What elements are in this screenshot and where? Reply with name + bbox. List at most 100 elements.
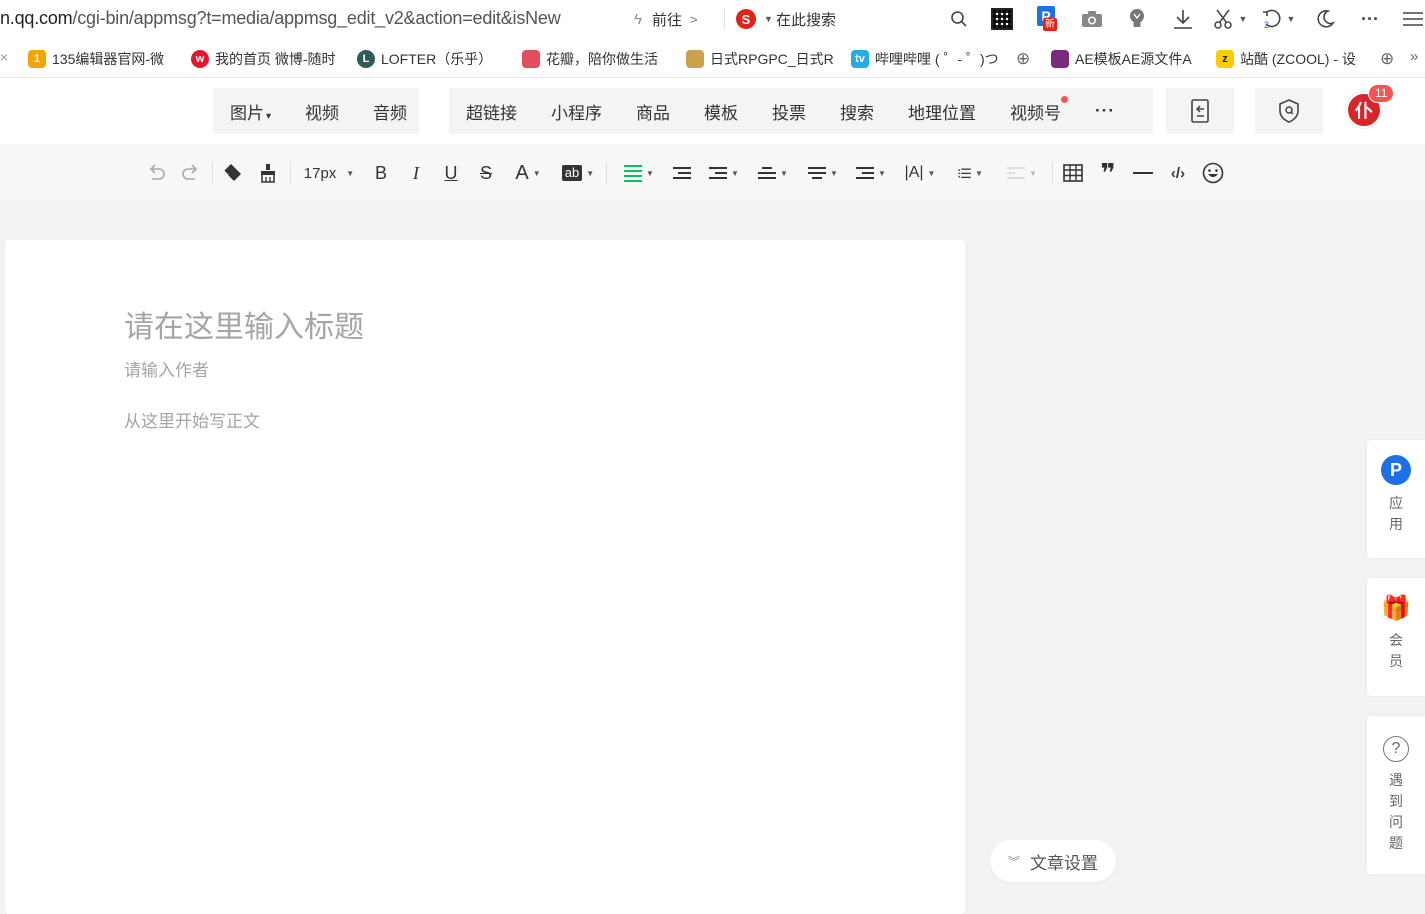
body-editor[interactable]: 从这里开始写正文 (124, 407, 260, 432)
bookmark-135[interactable]: 1 135编辑器官网-微 (28, 49, 175, 69)
bold-button[interactable]: B (370, 161, 392, 185)
redo-icon[interactable] (180, 161, 202, 185)
apps-panel[interactable]: P 应用 (1367, 440, 1425, 558)
caret-down-icon: ▼ (974, 168, 983, 178)
bookmark-label: LOFTER（乐乎） (381, 51, 493, 67)
undo-icon[interactable] (145, 161, 167, 185)
strikethrough-button[interactable]: S (475, 161, 497, 185)
lofter-icon: L (357, 50, 375, 68)
close-icon[interactable]: × (0, 49, 8, 65)
divider-line-icon[interactable] (1131, 161, 1155, 185)
table-icon[interactable] (1061, 161, 1085, 185)
url-field[interactable]: n.qq.com/cgi-bin/appmsg?t=media/appmsg_e… (0, 8, 612, 29)
security-button[interactable] (1255, 88, 1323, 134)
insert-search-button[interactable]: 搜索 (823, 99, 891, 124)
goto-label: 前往 (651, 11, 682, 29)
insert-location-button[interactable]: 地理位置 (891, 99, 993, 124)
search-engine-selector[interactable]: S ▼ (736, 6, 777, 32)
author-input[interactable]: 请输入作者 (124, 356, 209, 381)
p-new-icon[interactable]: P新 (1035, 6, 1059, 31)
italic-button[interactable]: I (405, 161, 427, 185)
browser-address-bar: n.qq.com/cgi-bin/appmsg?t=media/appmsg_e… (0, 0, 1425, 38)
float-icon (1007, 164, 1026, 182)
bookmark-bilibili[interactable]: tv 哔哩哔哩 ( ゜- ゜)つ (851, 49, 1003, 69)
lightbulb-icon[interactable] (1125, 7, 1149, 31)
question-icon: ? (1383, 736, 1409, 762)
help-panel[interactable]: ? 遇到问题 (1367, 716, 1425, 874)
globe-icon[interactable]: ⊕ (1380, 49, 1394, 69)
bookmark-label: AE模板AE源文件A (1075, 51, 1192, 67)
qr-code-icon[interactable] (990, 7, 1014, 31)
align-justify-button[interactable]: ▼ (618, 161, 660, 185)
eraser-icon[interactable] (220, 161, 244, 185)
bookmark-rpg[interactable]: 日式RPGPC_日式R (686, 49, 836, 69)
float-button[interactable]: ▼ (1001, 161, 1043, 185)
browser-search-input[interactable]: 在此搜索 (776, 6, 956, 32)
article-settings-button[interactable]: ︾ 文章设置 (990, 840, 1116, 882)
indent-both-button[interactable]: ▼ (852, 161, 890, 185)
font-color-button[interactable]: A ▼ (510, 161, 546, 185)
help-label: 遇到问题 (1389, 772, 1403, 851)
list-button[interactable]: ⁝☰ ▼ (951, 161, 989, 185)
insert-vote-button[interactable]: 投票 (755, 99, 823, 124)
scissors-icon[interactable]: ▼ (1212, 7, 1252, 31)
member-panel[interactable]: 🎁 会员 (1367, 578, 1425, 696)
indent-icon (673, 164, 691, 182)
paragraph-spacing-icon (758, 164, 777, 182)
camera-icon[interactable] (1080, 7, 1104, 31)
insert-audio-button[interactable]: 音频 (356, 99, 424, 124)
bookmark-label: 我的首页 微博-随时 (215, 51, 336, 67)
night-mode-icon[interactable] (1313, 7, 1337, 31)
bookmark-huaban[interactable]: 花瓣，陪你做生活 (522, 49, 670, 69)
paragraph-spacing-button[interactable]: ▼ (754, 161, 792, 185)
more-insert-button[interactable]: ··· (1078, 101, 1132, 121)
indent-button[interactable] (670, 161, 694, 185)
insert-video-button[interactable]: 视频 (288, 99, 356, 124)
underline-button[interactable]: U (440, 161, 462, 185)
caret-down-icon: ▼ (878, 168, 886, 178)
insert-product-button[interactable]: 商品 (619, 99, 687, 124)
divider (606, 162, 607, 184)
more-icon[interactable]: ··· (1358, 7, 1382, 31)
font-size-select[interactable]: 17px ▼ (300, 161, 358, 185)
account-avatar[interactable]: 仆 11 (1346, 84, 1395, 132)
bookmark-weibo[interactable]: w 我的首页 微博-随时 (191, 49, 341, 69)
bookmark-lofter[interactable]: L LOFTER（乐乎） (357, 49, 497, 69)
highlight-button[interactable]: ab ▼ (560, 161, 596, 185)
goto-button[interactable]: ϟ 前往 > (634, 6, 698, 32)
caret-down-icon: ▼ (346, 168, 355, 178)
bullet-list-icon: ⁝☰ (957, 165, 972, 181)
download-icon[interactable] (1171, 7, 1195, 31)
bilibili-icon: tv (851, 50, 869, 68)
emoji-icon[interactable] (1201, 161, 1225, 185)
bookmark-zcool[interactable]: z 站酷 (ZCOOL) - 设 (1216, 49, 1366, 69)
apps-label: 应用 (1389, 495, 1403, 532)
format-painter-icon[interactable] (256, 161, 280, 185)
bookmark-ae[interactable]: AE模板AE源文件A (1051, 49, 1201, 69)
font-color-label: A (515, 161, 529, 184)
format-toolbar: 17px ▼ B I U S A ▼ ab ▼ ▼ ▼ ▼ ▼ ▼ |A| ▼ ⁝☰ ▼ … (0, 144, 1425, 202)
undo-history-icon[interactable]: 2 ▼ (1260, 7, 1300, 31)
insert-image-button[interactable]: 图片 ▾ (213, 99, 288, 124)
feature-insert-group: 超链接 小程序 商品 模板 投票 搜索 地理位置 视频号 ··· (449, 88, 1153, 134)
insert-miniprogram-button[interactable]: 小程序 (534, 99, 619, 124)
caret-down-icon: ▼ (764, 14, 773, 24)
insert-channels-button[interactable]: 视频号 (993, 95, 1078, 124)
search-icon[interactable] (947, 7, 971, 31)
insert-template-button[interactable]: 模板 (687, 99, 755, 124)
insert-toolbar: 图片 ▾ 视频 音频 超链接 小程序 商品 模板 投票 搜索 地理位置 视频号 ·… (0, 78, 1425, 144)
globe-icon[interactable]: ⊕ (1016, 49, 1030, 69)
outdent-button[interactable]: ▼ (705, 161, 743, 185)
menu-icon[interactable] (1401, 7, 1425, 31)
letter-spacing-button[interactable]: |A| ▼ (901, 161, 939, 185)
code-icon[interactable]: ‹/› (1166, 161, 1190, 185)
italic-label: I (413, 162, 419, 183)
line-height-button[interactable]: ▼ (804, 161, 842, 185)
divider (1052, 162, 1053, 184)
draft-box-button[interactable] (1166, 88, 1234, 134)
quote-icon[interactable]: ❞ (1096, 158, 1120, 188)
title-input[interactable]: 请在这里输入标题 (124, 302, 364, 346)
strike-label: S (479, 162, 492, 183)
overflow-chevron-icon[interactable]: » (1410, 48, 1418, 65)
insert-link-button[interactable]: 超链接 (449, 99, 534, 124)
